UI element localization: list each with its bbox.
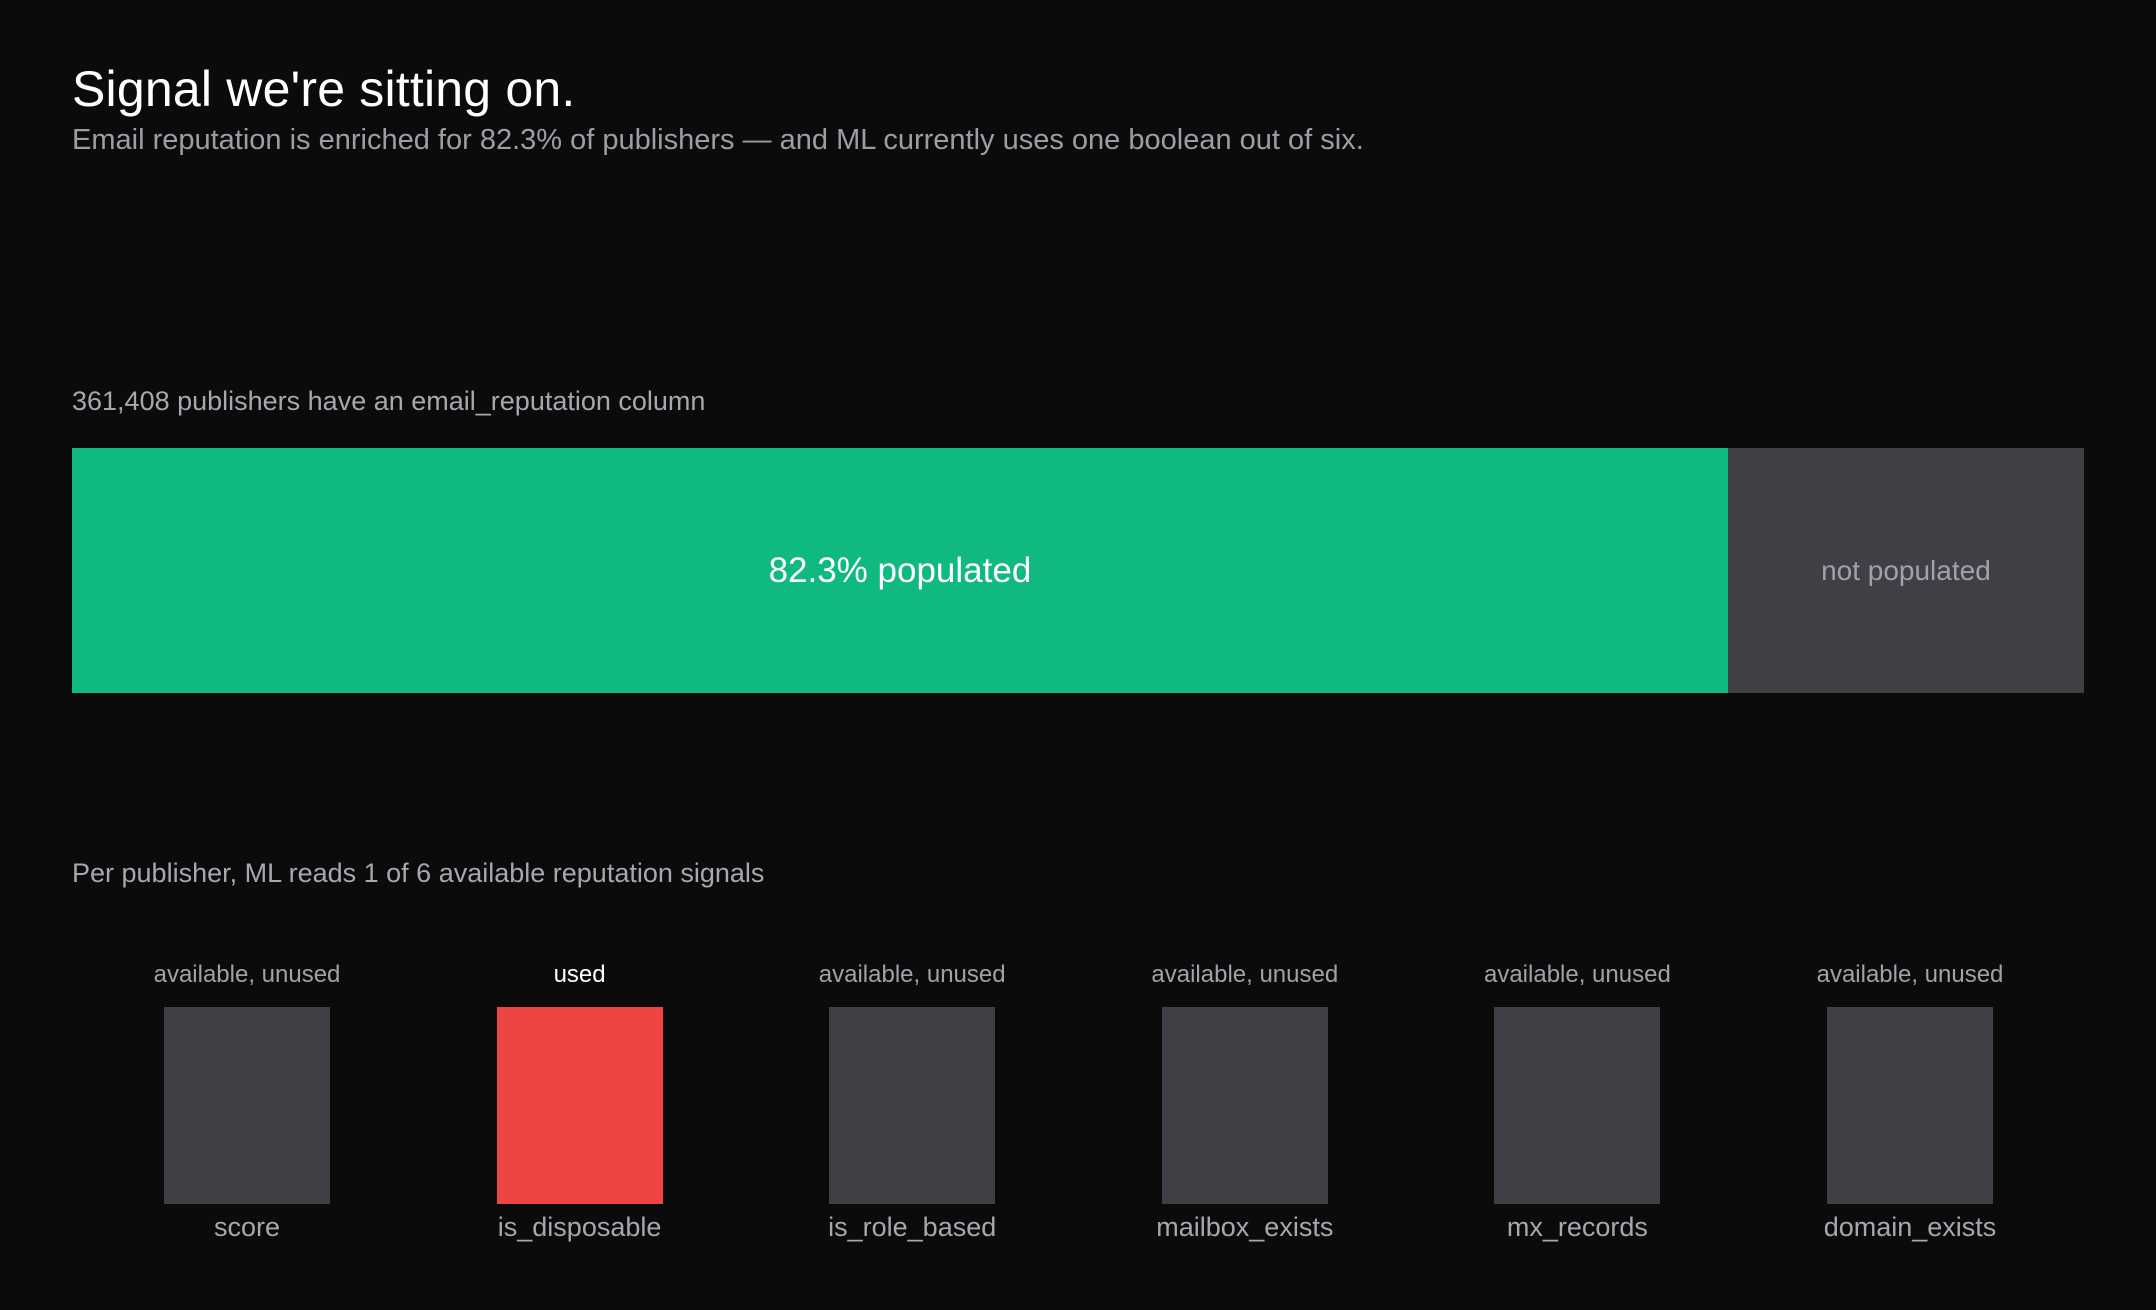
signals-chart-title: Per publisher, ML reads 1 of 6 available… <box>72 858 765 888</box>
signals-grid: available, unused score used is_disposable a… <box>0 960 2156 1260</box>
not-populated-segment-label: not populated <box>1821 554 1991 586</box>
signal-unused-block <box>164 1007 330 1204</box>
signal-is-role-based: available, unused is_role_based <box>762 960 1062 1244</box>
signal-unused-block <box>1161 1007 1328 1204</box>
signal-state-label: available, unused <box>1816 961 2004 988</box>
signal-state-label: available, unused <box>153 961 341 988</box>
page-subtitle: Email reputation is enriched for 82.3% o… <box>72 124 1364 156</box>
signal-name-label: domain_exists <box>1823 1212 1997 1242</box>
signal-name-label: is_role_based <box>828 1212 997 1242</box>
signal-state-label: available, unused <box>1483 961 1671 988</box>
signal-mx-records: available, unused mx_records <box>1427 960 1727 1244</box>
signal-score: available, unused score <box>97 960 397 1244</box>
signal-unused-block <box>1494 1007 1661 1204</box>
page-title: Signal we're sitting on. <box>72 61 576 117</box>
coverage-chart-title: 361,408 publishers have an email_reputat… <box>72 386 706 416</box>
signal-name-label: mx_records <box>1506 1212 1648 1242</box>
not-populated-segment: not populated <box>1727 448 2084 693</box>
populated-segment-label: 82.3% populated <box>768 550 1032 590</box>
populated-segment: 82.3% populated <box>72 448 1728 693</box>
signal-used-block <box>496 1007 663 1204</box>
signal-name-label: score <box>213 1212 281 1242</box>
signal-state-label: available, unused <box>1151 961 1339 988</box>
signal-is-disposable: used is_disposable <box>430 960 730 1244</box>
signal-state-label: available, unused <box>818 961 1006 988</box>
signal-unused-block <box>1827 1007 1993 1204</box>
signal-name-label: mailbox_exists <box>1156 1212 1334 1242</box>
coverage-stacked-bar: 82.3% populated not populated <box>72 448 2084 693</box>
signal-domain-exists: available, unused domain_exists <box>1760 960 2060 1244</box>
signal-name-label: is_disposable <box>497 1212 662 1242</box>
signal-unused-block <box>829 1007 996 1204</box>
signal-mailbox-exists: available, unused mailbox_exists <box>1095 960 1395 1244</box>
signal-state-label: used <box>553 961 606 988</box>
